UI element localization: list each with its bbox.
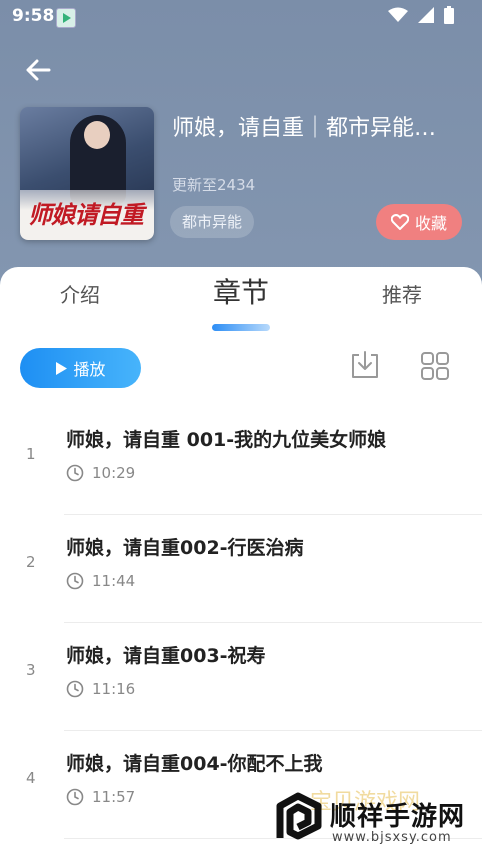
status-icons — [388, 6, 454, 24]
genre-tag[interactable]: 都市异能 — [170, 206, 255, 238]
tab-intro[interactable]: 介绍 — [30, 267, 130, 323]
watermark-url: www.bjsxsy.com — [332, 830, 452, 845]
play-button[interactable]: 播放 — [20, 348, 141, 388]
chapter-number: 1 — [26, 445, 36, 463]
duration-text: 11:44 — [92, 572, 136, 590]
chapter-number: 4 — [26, 769, 36, 787]
clock-icon — [66, 572, 84, 590]
chapter-duration: 11:44 — [66, 572, 135, 590]
update-status: 更新至2434 — [172, 176, 256, 194]
download-icon — [352, 351, 378, 378]
duration-text: 11:57 — [92, 788, 136, 806]
active-tab-indicator — [212, 324, 270, 331]
chapter-title: 师娘，请自重003-祝寿 — [66, 645, 266, 667]
watermark: 宝贝游戏网 顺祥手游网 www.bjsxsy.com — [276, 770, 476, 850]
content-sheet: 介绍 章节 推荐 播放 1 师娘，请自重 001-我的九位美女师娘 10:29 … — [0, 267, 482, 857]
app-notification-icon — [56, 8, 76, 28]
clock-icon — [66, 788, 84, 806]
play-label: 播放 — [73, 360, 106, 379]
favorite-label: 收藏 — [414, 214, 447, 233]
heart-icon — [390, 214, 409, 230]
book-cover[interactable]: 师娘请自重 — [20, 107, 154, 240]
chapter-title: 师娘，请自重 001-我的九位美女师娘 — [66, 429, 387, 451]
play-icon — [56, 361, 68, 375]
chapter-number: 2 — [26, 553, 36, 571]
watermark-logo-icon — [276, 792, 322, 840]
signal-icon — [418, 7, 434, 23]
grid-icon — [421, 352, 449, 380]
watermark-brand: 顺祥手游网 — [330, 802, 466, 832]
battery-icon — [444, 6, 454, 24]
status-bar: 9:58 — [0, 0, 482, 34]
arrow-left-icon — [26, 59, 51, 81]
wifi-icon — [388, 7, 408, 22]
status-time: 9:58 — [12, 6, 55, 26]
tab-recommend[interactable]: 推荐 — [352, 267, 452, 323]
chapter-duration: 11:57 — [66, 788, 135, 806]
chapter-number: 3 — [26, 661, 36, 679]
favorite-button[interactable]: 收藏 — [376, 204, 462, 240]
duration-text: 10:29 — [92, 464, 136, 482]
grid-view-button[interactable] — [418, 349, 452, 383]
book-title: 师娘，请自重｜都市异能… — [172, 116, 437, 141]
chapter-item[interactable]: 1 师娘，请自重 001-我的九位美女师娘 10:29 — [0, 407, 482, 515]
chapter-duration: 11:16 — [66, 680, 135, 698]
tab-chapters[interactable]: 章节 — [191, 267, 291, 323]
clock-icon — [66, 464, 84, 482]
chapter-duration: 10:29 — [66, 464, 135, 482]
download-button[interactable] — [348, 349, 382, 383]
chapter-item[interactable]: 3 师娘，请自重003-祝寿 11:16 — [0, 623, 482, 731]
back-button[interactable] — [22, 54, 54, 86]
chapter-title: 师娘，请自重002-行医治病 — [66, 537, 304, 559]
chapter-item[interactable]: 2 师娘，请自重002-行医治病 11:44 — [0, 515, 482, 623]
duration-text: 11:16 — [92, 680, 136, 698]
cover-face — [84, 121, 110, 149]
cover-title: 师娘请自重 — [28, 200, 144, 229]
clock-icon — [66, 680, 84, 698]
